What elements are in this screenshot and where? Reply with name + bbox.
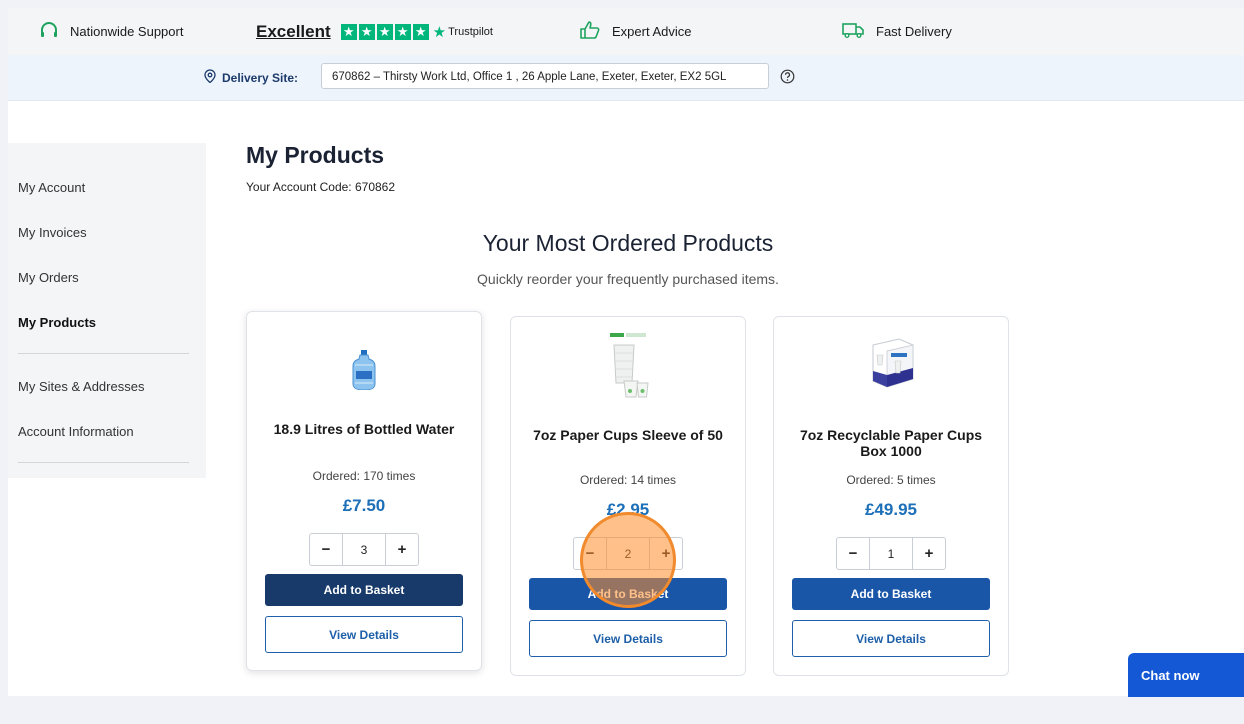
- star-icon: ★: [376, 23, 393, 40]
- product-ordered-count: Ordered: 14 times: [579, 473, 677, 487]
- sidebar-item-account-information[interactable]: Account Information: [18, 424, 134, 439]
- account-code: Your Account Code: 670862: [246, 180, 396, 194]
- promo-support: Nationwide Support: [40, 8, 183, 55]
- view-details-button[interactable]: View Details: [792, 620, 990, 657]
- thumbs-up-icon: [580, 21, 612, 42]
- sidebar-divider: [18, 462, 189, 463]
- add-to-basket-button[interactable]: Add to Basket: [265, 574, 463, 606]
- quantity-input[interactable]: 3: [342, 534, 386, 565]
- quantity-stepper: − 1 +: [836, 537, 946, 570]
- increase-quantity-button[interactable]: +: [386, 534, 418, 565]
- account-sidebar: My Account My Invoices My Orders My Prod…: [8, 143, 206, 478]
- delivery-site-bar: Delivery Site: 670862 – Thirsty Work Ltd…: [8, 55, 1244, 101]
- promo-delivery: Fast Delivery: [842, 8, 952, 55]
- star-icon: ★: [358, 23, 375, 40]
- headset-icon: [40, 22, 70, 41]
- increase-quantity-button[interactable]: +: [913, 538, 945, 569]
- promo-delivery-label: Fast Delivery: [876, 24, 952, 39]
- decrease-quantity-button[interactable]: −: [310, 534, 342, 565]
- product-name: 7oz Recyclable Paper Cups Box 1000: [799, 427, 983, 459]
- page: Nationwide Support Excellent ★ ★ ★ ★ ★ ★…: [8, 8, 1244, 696]
- view-details-button[interactable]: View Details: [265, 616, 463, 653]
- rating-stars: ★ ★ ★ ★ ★: [340, 23, 429, 40]
- trustpilot-star-icon: ★: [432, 23, 447, 41]
- rating-word: Excellent: [256, 21, 331, 41]
- click-indicator: [580, 512, 676, 608]
- sidebar-divider: [18, 353, 189, 354]
- paper-cups-icon: [511, 331, 745, 401]
- product-price: £49.95: [865, 500, 917, 519]
- section-subtitle: Quickly reorder your frequently purchase…: [477, 271, 779, 287]
- product-name: 7oz Paper Cups Sleeve of 50: [533, 427, 723, 443]
- product-card: 18.9 Litres of Bottled Water Ordered: 17…: [246, 311, 482, 671]
- trustpilot-rating[interactable]: Excellent ★ ★ ★ ★ ★ ★ Trustpilot: [256, 8, 493, 55]
- truck-icon: [842, 22, 876, 41]
- promo-support-label: Nationwide Support: [70, 24, 184, 39]
- sidebar-item-my-sites[interactable]: My Sites & Addresses: [18, 379, 144, 394]
- promo-bar: Nationwide Support Excellent ★ ★ ★ ★ ★ ★…: [8, 8, 1244, 55]
- cup-box-icon: [774, 335, 1008, 395]
- quantity-input[interactable]: 1: [869, 538, 913, 569]
- chat-now-button[interactable]: Chat now: [1128, 653, 1244, 697]
- sidebar-item-my-products[interactable]: My Products: [18, 315, 96, 330]
- help-icon[interactable]: [780, 69, 795, 89]
- view-details-button[interactable]: View Details: [529, 620, 727, 657]
- promo-advice-label: Expert Advice: [612, 24, 692, 39]
- trustpilot-label: Trustpilot: [448, 25, 493, 38]
- star-icon: ★: [412, 23, 429, 40]
- water-bottle-icon: [247, 350, 481, 390]
- product-card: 7oz Paper Cups Sleeve of 50 Ordered: 14 …: [510, 316, 746, 676]
- product-card: 7oz Recyclable Paper Cups Box 1000 Order…: [773, 316, 1009, 676]
- product-name: 18.9 Litres of Bottled Water: [273, 421, 455, 437]
- delivery-site-label-text: Delivery Site:: [222, 70, 299, 85]
- location-pin-icon: [204, 69, 222, 86]
- sidebar-item-my-account[interactable]: My Account: [18, 180, 85, 195]
- star-icon: ★: [340, 23, 357, 40]
- section-title: Your Most Ordered Products: [482, 230, 774, 256]
- page-title: My Products: [246, 142, 385, 168]
- product-ordered-count: Ordered: 5 times: [846, 473, 936, 487]
- delivery-site-label: Delivery Site:: [204, 55, 298, 100]
- add-to-basket-button[interactable]: Add to Basket: [792, 578, 990, 610]
- promo-advice: Expert Advice: [580, 8, 692, 55]
- product-price: £7.50: [342, 496, 386, 515]
- decrease-quantity-button[interactable]: −: [837, 538, 869, 569]
- delivery-site-select[interactable]: 670862 – Thirsty Work Ltd, Office 1 , 26…: [321, 63, 769, 89]
- star-icon: ★: [394, 23, 411, 40]
- product-ordered-count: Ordered: 170 times: [312, 469, 416, 483]
- quantity-stepper: − 3 +: [309, 533, 419, 566]
